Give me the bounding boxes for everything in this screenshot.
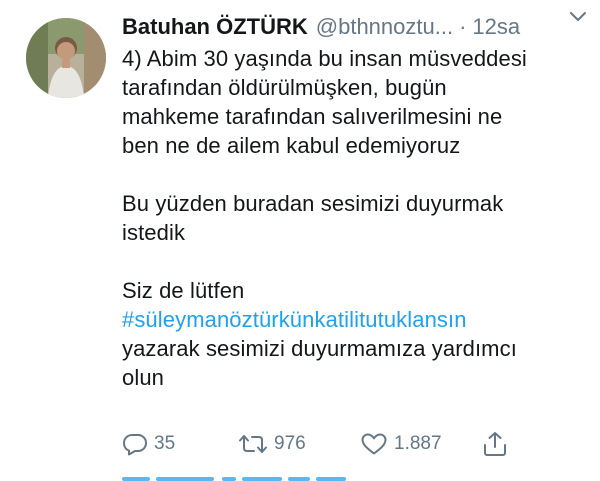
tweet-header: Batuhan ÖZTÜRK @bthnnoztu... · 12sa — [122, 10, 592, 44]
heart-icon — [361, 433, 387, 455]
like-button[interactable]: 1.887 — [360, 428, 442, 460]
reply-button[interactable]: 35 — [122, 428, 175, 460]
like-count: 1.887 — [394, 433, 442, 454]
tweet-line: olun — [122, 365, 164, 390]
tweet-line: Siz de lütfen — [122, 278, 245, 303]
tweet-line: tarafından öldürülmüşken, bugün — [122, 75, 447, 100]
avatar-photo — [26, 18, 106, 98]
tweet-text: 4) Abim 30 yaşında bu insan müsveddesi t… — [122, 44, 584, 392]
tweet-line: ben ne de ailem kabul edemiyoruz — [122, 133, 461, 158]
chevron-down-icon[interactable] — [568, 8, 588, 26]
tweet-card[interactable]: Batuhan ÖZTÜRK @bthnnoztu... · 12sa 4) A… — [0, 0, 600, 481]
avatar[interactable] — [26, 18, 106, 98]
share-button[interactable] — [482, 428, 508, 460]
tweet-line: 4) Abim 30 yaşında bu insan müsveddesi — [122, 46, 527, 71]
tweet-timestamp[interactable]: 12sa — [472, 10, 520, 44]
tweet-line: yazarak sesimizi duyurmamıza yardımcı — [122, 336, 517, 361]
reply-count: 35 — [154, 433, 176, 454]
tweet-actions: 35 976 1.887 — [122, 428, 522, 460]
tweet-line: istedik — [122, 220, 186, 245]
reply-icon — [123, 434, 147, 456]
separator-dot: · — [459, 14, 467, 39]
next-tweet-peek — [122, 474, 362, 481]
author-name[interactable]: Batuhan ÖZTÜRK — [122, 10, 308, 44]
hashtag-link[interactable]: #süleymanöztürkünkatilitutuklansın — [122, 307, 467, 332]
retweet-icon — [239, 435, 267, 453]
retweet-button[interactable]: 976 — [238, 428, 306, 460]
retweet-count: 976 — [274, 433, 306, 454]
tweet-line: mahkeme tarafından salıverilmesini ne — [122, 104, 503, 129]
share-icon — [484, 432, 506, 456]
author-handle[interactable]: @bthnnoztu... — [316, 10, 453, 44]
tweet-line: Bu yüzden buradan sesimizi duyurmak — [122, 191, 504, 216]
